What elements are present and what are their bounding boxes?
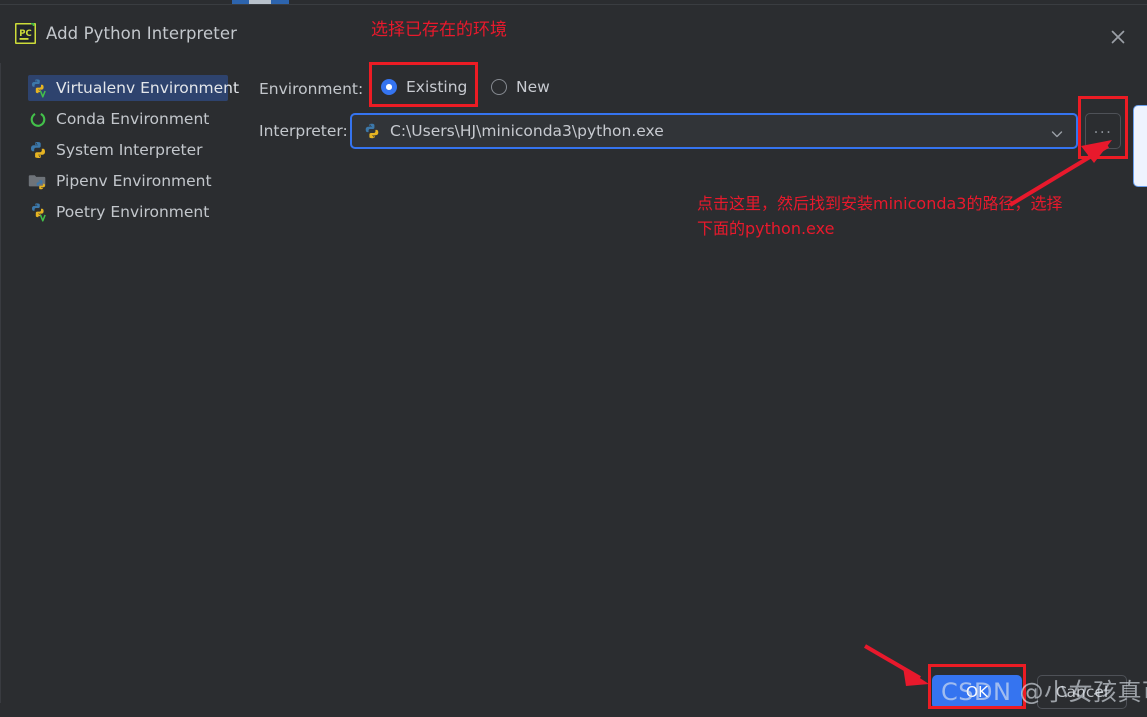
sidebar-item-label: Conda Environment	[56, 110, 210, 128]
annotation-title-note: 选择已存在的环境	[371, 20, 507, 40]
chevron-down-icon[interactable]	[1050, 126, 1064, 140]
interpreter-combobox[interactable]: C:\Users\HJ\miniconda3\python.exe	[350, 113, 1078, 149]
interpreter-type-sidebar: Virtualenv Environment Conda Environment…	[0, 67, 240, 687]
python-icon	[363, 122, 381, 140]
environment-label: Environment:	[259, 80, 364, 98]
python-venv-icon	[28, 78, 48, 98]
cancel-button[interactable]: Cancel	[1037, 675, 1127, 709]
conda-icon	[28, 109, 48, 129]
sidebar-item-virtualenv-environment[interactable]: Virtualenv Environment	[28, 75, 239, 101]
interpreter-value: C:\Users\HJ\miniconda3\python.exe	[390, 122, 664, 140]
sidebar-item-system-interpreter[interactable]: System Interpreter	[28, 137, 228, 163]
sidebar-item-poetry-environment[interactable]: Poetry Environment	[28, 199, 228, 225]
ellipsis-icon: ...	[1093, 119, 1113, 137]
radio-existing-label: Existing	[406, 78, 468, 96]
radio-existing-indicator	[381, 79, 397, 95]
browse-interpreter-button[interactable]: ...	[1085, 113, 1121, 149]
sidebar-item-label: Pipenv Environment	[56, 172, 212, 190]
annotation-browse-note-line2: 下面的python.exe	[697, 219, 835, 238]
add-python-interpreter-dialog: PC Add Python Interpreter Virtualenv Env…	[0, 4, 1147, 717]
sidebar-item-label: Poetry Environment	[56, 203, 210, 221]
dialog-titlebar: PC Add Python Interpreter	[0, 9, 1147, 55]
radio-new-label: New	[516, 78, 550, 96]
python-icon	[28, 140, 48, 160]
svg-text:PC: PC	[19, 29, 31, 39]
close-icon[interactable]	[1106, 25, 1130, 49]
sidebar-item-pipenv-environment[interactable]: Pipenv Environment	[28, 168, 228, 194]
radio-existing[interactable]: Existing	[381, 78, 467, 96]
poetry-icon	[28, 202, 48, 222]
sidebar-item-label: Virtualenv Environment	[56, 79, 240, 97]
pipenv-folder-icon	[28, 171, 48, 191]
dialog-title: Add Python Interpreter	[46, 24, 238, 43]
pycharm-icon: PC	[15, 22, 36, 44]
annotation-browse-note-line1: 点击这里，然后找到安装miniconda3的路径，选择	[697, 194, 1063, 213]
sidebar-item-label: System Interpreter	[56, 141, 203, 159]
right-edge-popup-sliver	[1133, 105, 1147, 187]
interpreter-label: Interpreter:	[259, 122, 348, 140]
ok-button[interactable]: OK	[932, 675, 1022, 709]
radio-new[interactable]: New	[491, 78, 550, 96]
sidebar-item-conda-environment[interactable]: Conda Environment	[28, 106, 228, 132]
radio-new-indicator	[491, 79, 507, 95]
